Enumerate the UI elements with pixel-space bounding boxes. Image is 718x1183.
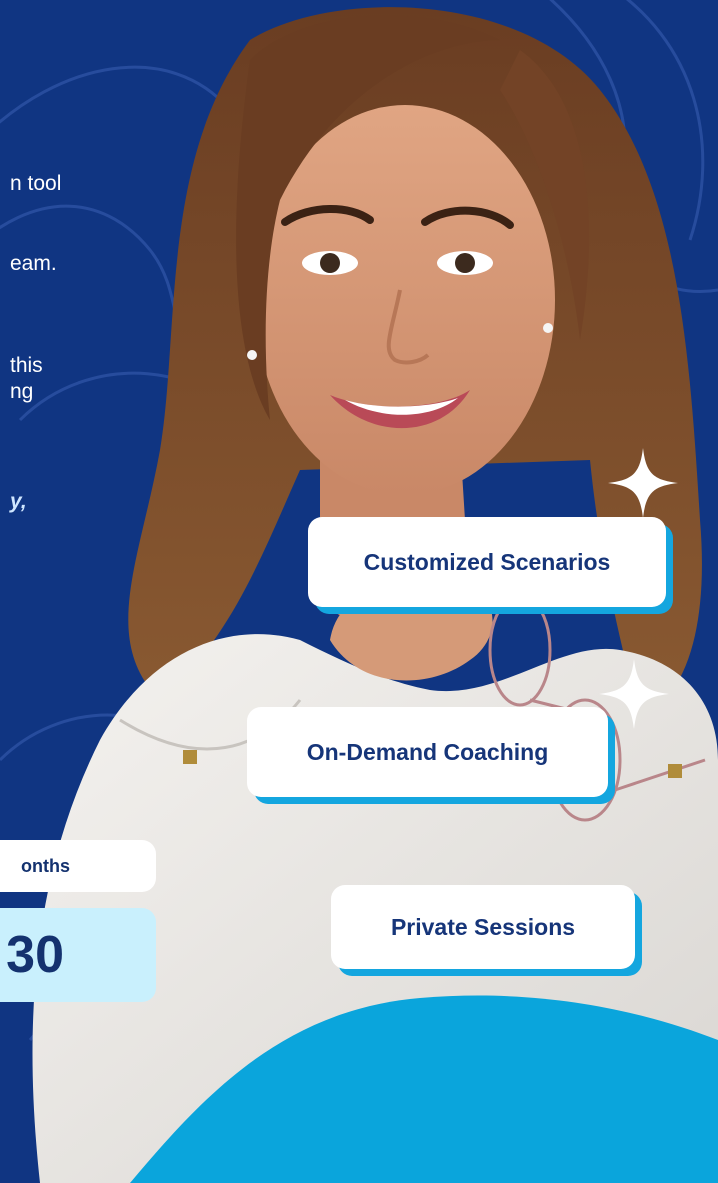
feature-pill-on-demand-coaching: On-Demand Coaching: [247, 707, 608, 797]
intro-line: ng: [10, 380, 34, 403]
feature-pill-label: On-Demand Coaching: [306, 738, 549, 765]
stat-label: onths: [0, 840, 156, 892]
intro-line-emphasis: y,: [10, 490, 27, 513]
intro-line: eam.: [10, 252, 57, 275]
sparkle-icon: [608, 448, 678, 518]
stat-card: onths 30: [0, 840, 160, 1002]
stat-value-text: 30: [6, 926, 64, 984]
feature-pill-customized-scenarios: Customized Scenarios: [308, 517, 666, 607]
feature-pill-label: Private Sessions: [390, 913, 576, 940]
sparkle-icon: [599, 659, 669, 729]
feature-pill-private-sessions: Private Sessions: [331, 885, 635, 969]
hero-section: n tool eam. this ng y, Customized Scenar…: [0, 0, 718, 1183]
bottom-wave-shape: [130, 995, 718, 1183]
feature-pill-label: Customized Scenarios: [363, 548, 611, 575]
stat-label-text: onths: [21, 855, 70, 876]
intro-line: n tool: [10, 172, 62, 195]
intro-line: this: [10, 354, 43, 377]
